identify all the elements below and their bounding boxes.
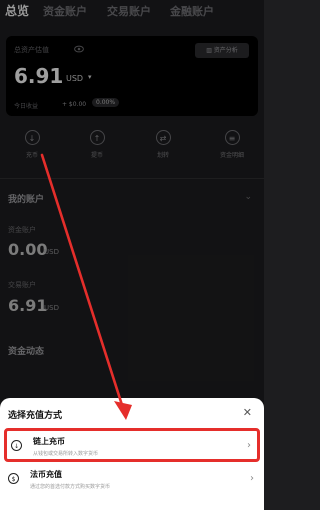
- trading-account-label: 交易账户: [8, 281, 36, 289]
- download-icon: ↓: [24, 130, 40, 145]
- chevron-down-icon[interactable]: ⌄: [244, 192, 252, 202]
- divider: [0, 178, 264, 179]
- pnl-label: 今日收益: [14, 103, 39, 110]
- fund-details-action[interactable]: ≡ 资金明细: [206, 130, 258, 159]
- list-icon: ≡: [224, 130, 240, 145]
- my-accounts-title: 我的账户: [8, 195, 45, 205]
- tab-trading-account[interactable]: 交易账户: [107, 3, 151, 19]
- chart-icon: ▥: [206, 47, 214, 54]
- withdraw-action[interactable]: ↑ 提币: [71, 130, 123, 159]
- fund-activity-title: 资金动态: [8, 347, 45, 357]
- tab-financial-account[interactable]: 金融账户: [170, 3, 214, 19]
- funding-account-unit: USD: [44, 248, 59, 256]
- withdraw-label: 提币: [90, 152, 103, 159]
- sheet-title: 选择充值方式: [8, 411, 63, 421]
- total-balance: 6.91: [14, 64, 64, 88]
- account-tabs: 总览 资金账户 交易账户 金融账户: [0, 0, 264, 26]
- pnl-percent-badge: 0.00%: [92, 98, 120, 107]
- asset-analysis-label: 资产分析: [213, 47, 238, 54]
- balance-unit: USD: [66, 74, 84, 83]
- onchain-deposit-option[interactable]: ↓ 链上充币 从钱包或交易所转入数字货币 ›: [4, 428, 260, 462]
- asset-label: 总资产估值: [14, 46, 49, 54]
- quick-actions: ↓ 充币 ↑ 提币 ⇄ 划转 ≡ 资金明细: [0, 130, 264, 170]
- currency-dropdown-icon[interactable]: ▾: [88, 73, 92, 81]
- chevron-right-icon: ›: [247, 440, 251, 451]
- fiat-deposit-option[interactable]: $ 法币充值 通过您的首选付款方式购买数字货币 ›: [4, 464, 260, 498]
- eye-icon[interactable]: [74, 45, 84, 53]
- tab-overview[interactable]: 总览: [5, 2, 29, 19]
- deposit-method-sheet: 选择充值方式 ✕ ↓ 链上充币 从钱包或交易所转入数字货币 › $ 法币充值 通…: [0, 398, 264, 510]
- chevron-right-icon: ›: [250, 473, 254, 484]
- download-icon: ↓: [11, 440, 22, 451]
- pnl-value: + $0.00: [62, 101, 87, 108]
- transfer-action[interactable]: ⇄ 划转: [137, 130, 189, 159]
- asset-analysis-button[interactable]: ▥ 资产分析: [195, 43, 249, 58]
- deposit-label: 充币: [25, 152, 38, 159]
- dollar-icon: $: [8, 473, 19, 484]
- deposit-action[interactable]: ↓ 充币: [6, 130, 58, 159]
- asset-card: 总资产估值 ▥ 资产分析 6.91 USD ▾ 今日收益 + $0.00 0.0…: [6, 36, 258, 116]
- onchain-deposit-title: 链上充币: [33, 437, 65, 446]
- transfer-icon: ⇄: [155, 130, 171, 145]
- fiat-deposit-title: 法币充值: [30, 470, 62, 479]
- close-icon[interactable]: ✕: [243, 406, 252, 419]
- onchain-deposit-desc: 从钱包或交易所转入数字货币: [33, 451, 99, 457]
- tab-funding-account[interactable]: 资金账户: [43, 3, 87, 19]
- transfer-label: 划转: [156, 152, 169, 159]
- trading-account-value: 6.91: [8, 296, 48, 315]
- funding-account-label: 资金账户: [8, 226, 36, 234]
- fund-details-label: 资金明细: [219, 152, 244, 159]
- trading-account-unit: USD: [44, 304, 59, 312]
- upload-icon: ↑: [89, 130, 105, 145]
- fiat-deposit-desc: 通过您的首选付款方式购买数字货币: [30, 484, 111, 490]
- funding-account-value: 0.00: [8, 240, 48, 259]
